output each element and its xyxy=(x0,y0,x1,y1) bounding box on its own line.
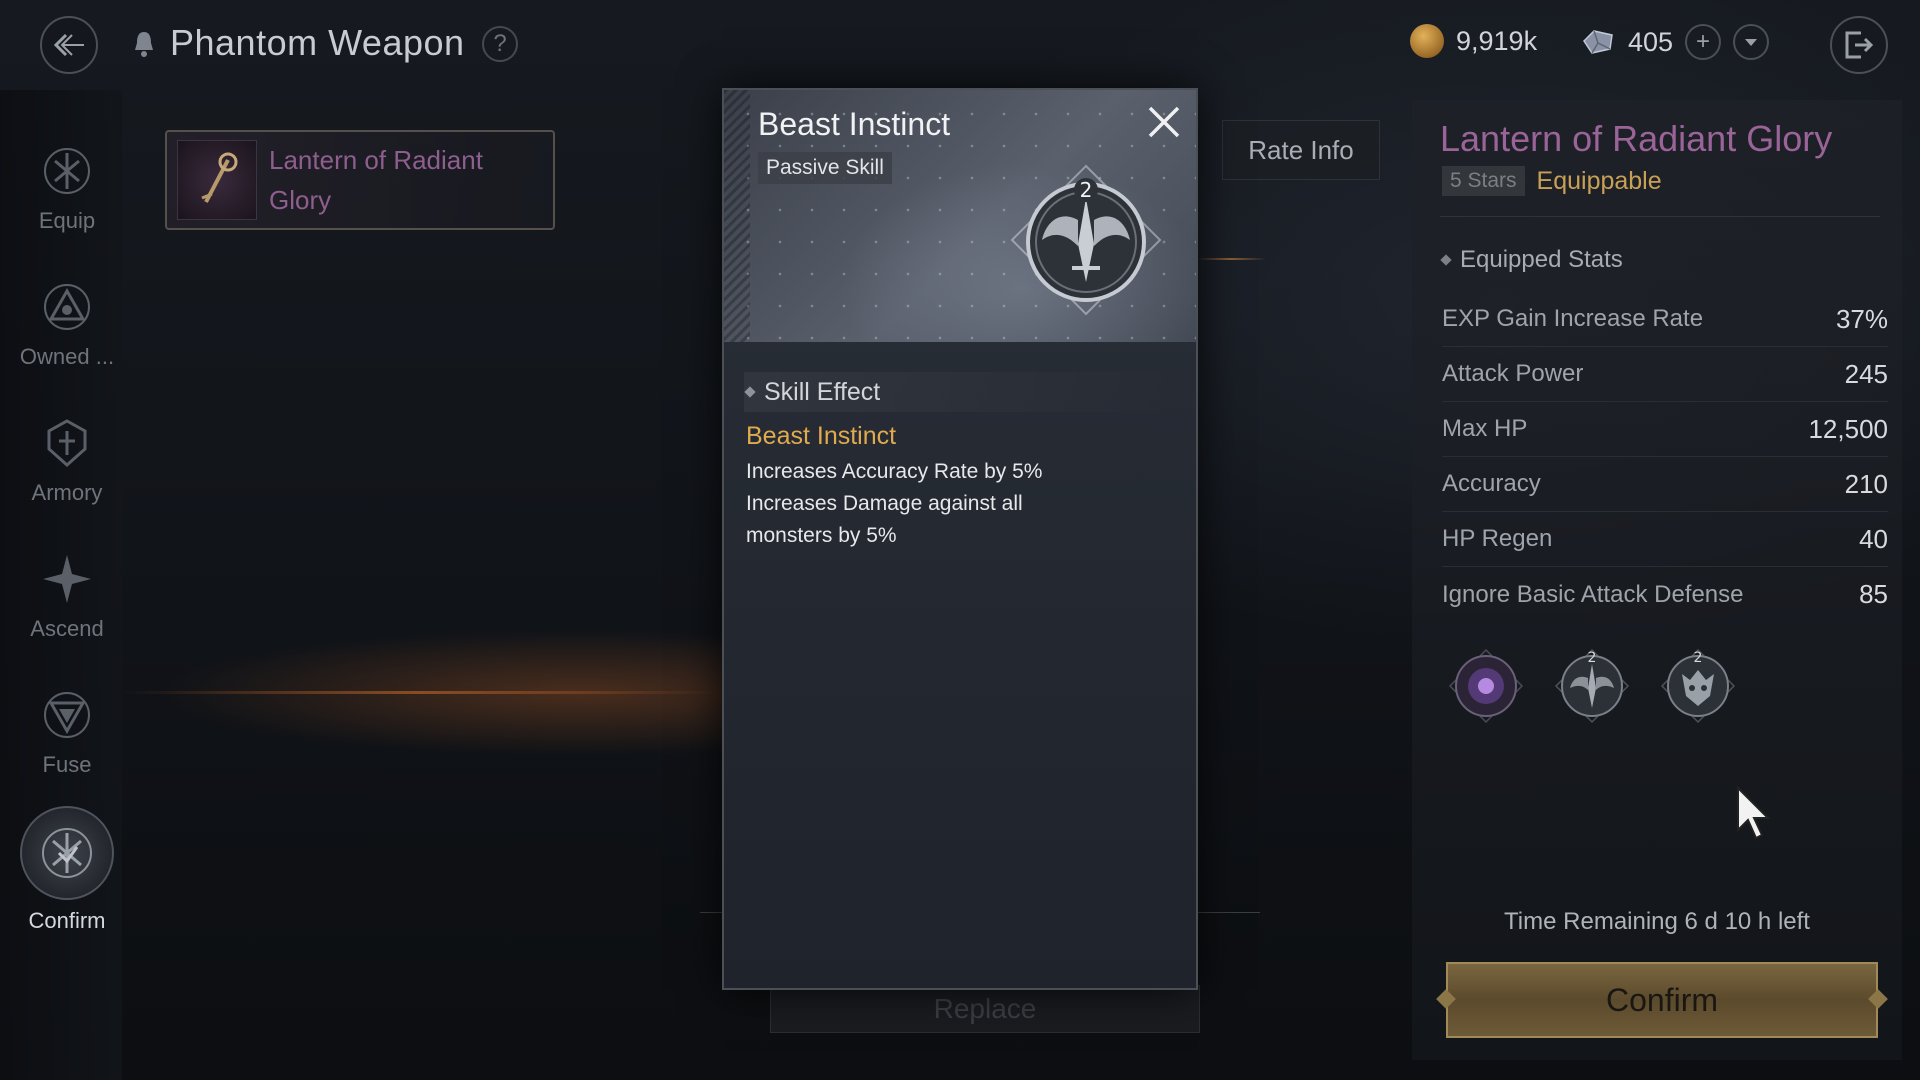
stat-name: Ignore Basic Attack Defense xyxy=(1442,580,1744,608)
beast-face-skill-icon[interactable]: 2 xyxy=(1660,648,1736,724)
diamond-bullet-icon xyxy=(744,386,756,398)
replace-button: Replace xyxy=(770,985,1200,1033)
section-label: Equipped Stats xyxy=(1460,246,1623,273)
skill-detail-modal: Beast Instinct Passive Skill 2 Skill Eff… xyxy=(722,88,1198,990)
skill-effect-header: Skill Effect xyxy=(744,372,1184,412)
weapon-title: Lantern of Radiant Glory xyxy=(1440,118,1833,159)
armory-icon xyxy=(38,414,96,472)
time-remaining: Time Remaining 6 d 10 h left xyxy=(1504,908,1810,935)
stat-row-exp-gain: EXP Gain Increase Rate 37% xyxy=(1442,292,1888,347)
effect-line: Increases Accuracy Rate by 5% xyxy=(746,460,1043,483)
help-button[interactable]: ? xyxy=(482,26,518,62)
sidebar-label: Fuse xyxy=(42,752,92,777)
exit-icon xyxy=(1845,31,1874,59)
stat-name: HP Regen xyxy=(1442,525,1553,552)
gold-currency: 9,919k xyxy=(1410,24,1537,58)
stat-row-max-hp: Max HP 12,500 xyxy=(1442,402,1888,457)
owned-icon xyxy=(38,278,96,336)
weapon-card[interactable]: Lantern of Radiant Glory xyxy=(165,130,555,230)
confirm-icon xyxy=(20,806,114,900)
sidebar-item-owned[interactable]: Owned ... xyxy=(0,278,134,370)
rate-info-button[interactable]: Rate Info xyxy=(1222,120,1380,180)
stat-value: 12,500 xyxy=(1808,413,1888,444)
lantern-weapon-icon xyxy=(177,140,257,220)
crystal-currency: 405 + xyxy=(1580,24,1770,60)
gold-amount: 9,919k xyxy=(1456,25,1538,56)
exit-button[interactable] xyxy=(1830,16,1888,74)
mouse-cursor-icon xyxy=(1737,786,1771,840)
stat-row-accuracy: Accuracy 210 xyxy=(1442,457,1888,512)
modal-header: Beast Instinct Passive Skill 2 xyxy=(724,90,1196,342)
weapon-subinfo: 5 Stars Equippable xyxy=(1442,166,1662,196)
beast-instinct-emblem-icon: 2 xyxy=(1010,164,1162,316)
sidebar-item-ascend[interactable]: Ascend xyxy=(0,550,134,642)
modal-title: Beast Instinct xyxy=(758,106,951,142)
weapon-name: Lantern of Radiant Glory xyxy=(269,145,483,215)
close-icon[interactable] xyxy=(1144,102,1184,142)
stat-row-hp-regen: HP Regen 40 xyxy=(1442,512,1888,567)
chevron-down-icon xyxy=(1745,39,1758,46)
background-glow xyxy=(120,691,720,694)
crystal-amount: 405 xyxy=(1628,26,1674,57)
beast-instinct-skill-icon[interactable]: 2 xyxy=(1554,648,1630,724)
ascend-icon xyxy=(38,550,96,608)
sidebar-label: Confirm xyxy=(28,908,106,933)
stat-value: 37% xyxy=(1835,303,1888,334)
currency-dropdown-button[interactable] xyxy=(1733,24,1770,60)
divider xyxy=(1440,216,1880,217)
back-button[interactable] xyxy=(40,16,98,74)
skill-level: 2 xyxy=(1588,650,1597,666)
stat-name: Max HP xyxy=(1442,415,1528,442)
section-label: Skill Effect xyxy=(764,377,881,406)
sidebar-item-equip[interactable]: Equip xyxy=(0,142,134,234)
sidebar-label: Armory xyxy=(31,480,103,505)
equip-icon xyxy=(38,142,96,200)
diamond-bullet-icon xyxy=(1440,254,1452,266)
effect-name: Beast Instinct xyxy=(746,422,897,450)
gold-coin-icon xyxy=(1410,24,1444,58)
skill-level: 2 xyxy=(1694,650,1703,666)
purple-orb-skill-icon[interactable] xyxy=(1448,648,1524,724)
page-title: Phantom Weapon xyxy=(170,22,465,63)
skill-level: 2 xyxy=(1080,178,1093,202)
stat-value: 210 xyxy=(1844,468,1888,499)
equippable-status: Equippable xyxy=(1536,166,1662,195)
stars-badge: 5 Stars xyxy=(1442,166,1525,196)
divider-line xyxy=(1198,912,1260,913)
sidebar-item-fuse[interactable]: Fuse xyxy=(0,686,134,778)
stat-row-ignore-defense: Ignore Basic Attack Defense 85 xyxy=(1442,567,1888,622)
equipped-stats-header: Equipped Stats xyxy=(1440,246,1623,274)
effect-description: Increases Accuracy Rate by 5% Increases … xyxy=(746,456,1166,552)
sidebar-label: Ascend xyxy=(30,616,104,641)
stat-name: Accuracy xyxy=(1442,470,1541,497)
divider-line xyxy=(700,912,724,913)
stat-name: EXP Gain Increase Rate xyxy=(1442,305,1704,332)
top-bar: Phantom Weapon ? 9,919k 405 + xyxy=(0,0,1920,90)
back-arrow-icon xyxy=(53,33,84,57)
header-edge-decoration xyxy=(724,90,750,342)
background-glow-accent xyxy=(1196,258,1266,260)
stat-name: Attack Power xyxy=(1442,360,1584,387)
crystal-icon xyxy=(1583,30,1613,54)
sidebar-label: Owned ... xyxy=(19,344,115,369)
confirm-button[interactable]: Confirm xyxy=(1446,962,1878,1038)
stat-row-attack-power: Attack Power 245 xyxy=(1442,347,1888,402)
sidebar-item-confirm[interactable]: Confirm xyxy=(0,806,134,934)
fuse-icon xyxy=(38,686,96,744)
weapon-detail-panel: Lantern of Radiant Glory 5 Stars Equippa… xyxy=(1412,100,1902,1060)
add-crystal-button[interactable]: + xyxy=(1685,24,1722,60)
stat-value: 85 xyxy=(1859,579,1888,609)
stat-value: 245 xyxy=(1844,358,1888,389)
effect-line: Increases Damage against all monsters by… xyxy=(746,492,1023,547)
sidebar-item-armory[interactable]: Armory xyxy=(0,414,134,506)
skill-type-badge: Passive Skill xyxy=(758,152,892,184)
skill-icon-list: 2 2 xyxy=(1448,648,1736,724)
sidebar-label: Equip xyxy=(38,208,96,233)
bell-icon[interactable] xyxy=(132,30,156,58)
stat-value: 40 xyxy=(1859,523,1888,554)
plus-icon: + xyxy=(1696,28,1711,55)
